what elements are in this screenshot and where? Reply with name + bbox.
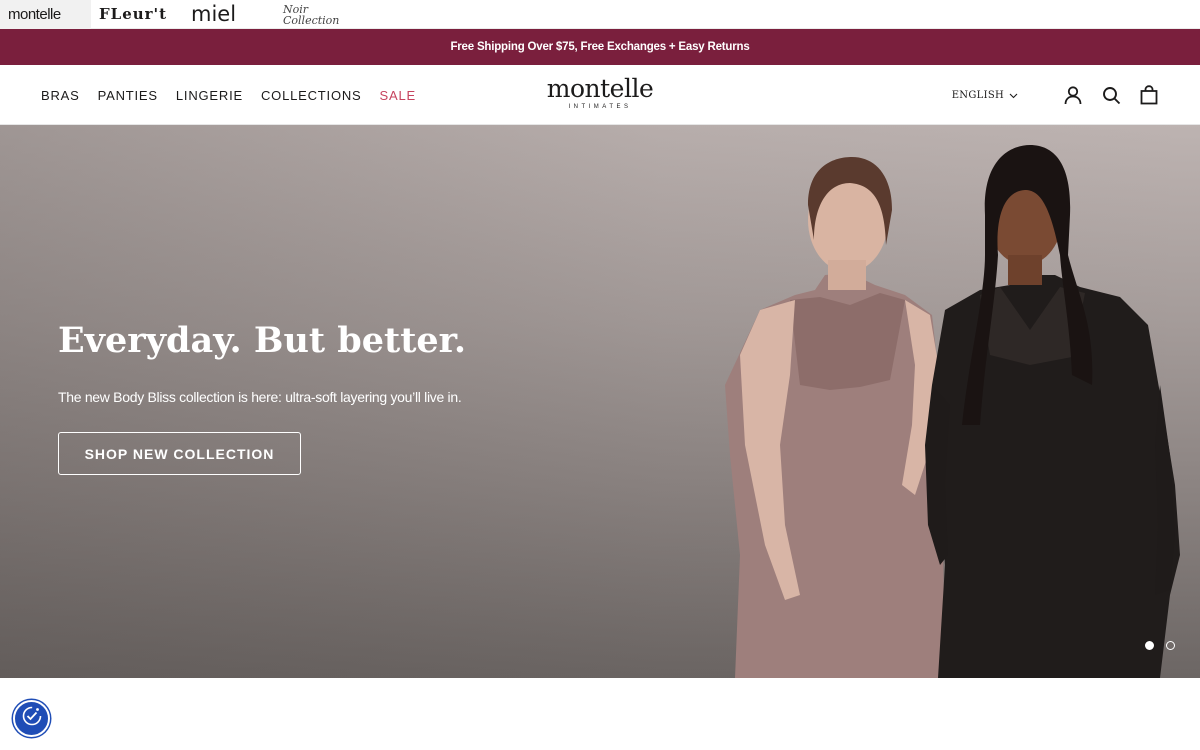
brand-tab-montelle[interactable]: montelle [0,0,91,29]
brand-tab-miel[interactable]: miel [183,0,275,29]
search-icon[interactable] [1100,84,1122,106]
hero-models-image [725,145,1180,678]
brand-switcher-bar: montelle FLeur't miel Noir Collection [0,0,1200,29]
hero-banner: Everyday. But better. The new Body Bliss… [0,125,1200,678]
brand-tab-fleurt[interactable]: FLeur't [91,0,183,29]
brand-label: Noir Collection [283,2,340,27]
main-nav: BRAS PANTIES LINGERIE COLLECTIONS SALE [41,65,416,125]
brand-tab-noir-collection[interactable]: Noir Collection [275,0,371,29]
hero-subtitle: The new Body Bliss collection is here: u… [58,389,462,405]
brand-label: montelle [8,6,61,23]
hero-title: Everyday. But better. [58,320,467,361]
language-selector[interactable]: ENGLISH [952,86,1018,104]
header-utilities: ENGLISH [952,65,1160,125]
slide-dot-1[interactable] [1145,641,1154,650]
nav-item-lingerie[interactable]: LINGERIE [176,88,243,103]
nav-item-sale[interactable]: SALE [380,88,416,103]
announcement-text: Free Shipping Over $75, Free Exchanges +… [450,41,750,53]
brand-label: FLeur't [99,5,168,23]
accessibility-icon [21,705,43,732]
nav-item-bras[interactable]: BRAS [41,88,80,103]
shop-new-collection-button[interactable]: SHOP NEW COLLECTION [58,432,301,475]
shopping-bag-icon[interactable] [1138,84,1160,106]
site-header: BRAS PANTIES LINGERIE COLLECTIONS SALE m… [0,65,1200,125]
user-icon[interactable] [1062,84,1084,106]
announcement-bar: Free Shipping Over $75, Free Exchanges +… [0,29,1200,65]
brand-label: miel [191,2,237,26]
language-label: ENGLISH [951,89,1004,101]
slide-dot-2[interactable] [1166,641,1175,650]
slide-pagination [1145,641,1175,650]
cta-label: SHOP NEW COLLECTION [84,445,275,462]
site-logo[interactable]: montelle INTIMATES [520,75,680,111]
accessibility-button[interactable] [13,700,50,737]
nav-item-collections[interactable]: COLLECTIONS [261,88,362,103]
chevron-down-icon [1009,86,1018,104]
nav-item-panties[interactable]: PANTIES [98,88,158,103]
logo-tagline: INTIMATES [568,104,632,110]
logo-wordmark: montelle [546,74,654,103]
